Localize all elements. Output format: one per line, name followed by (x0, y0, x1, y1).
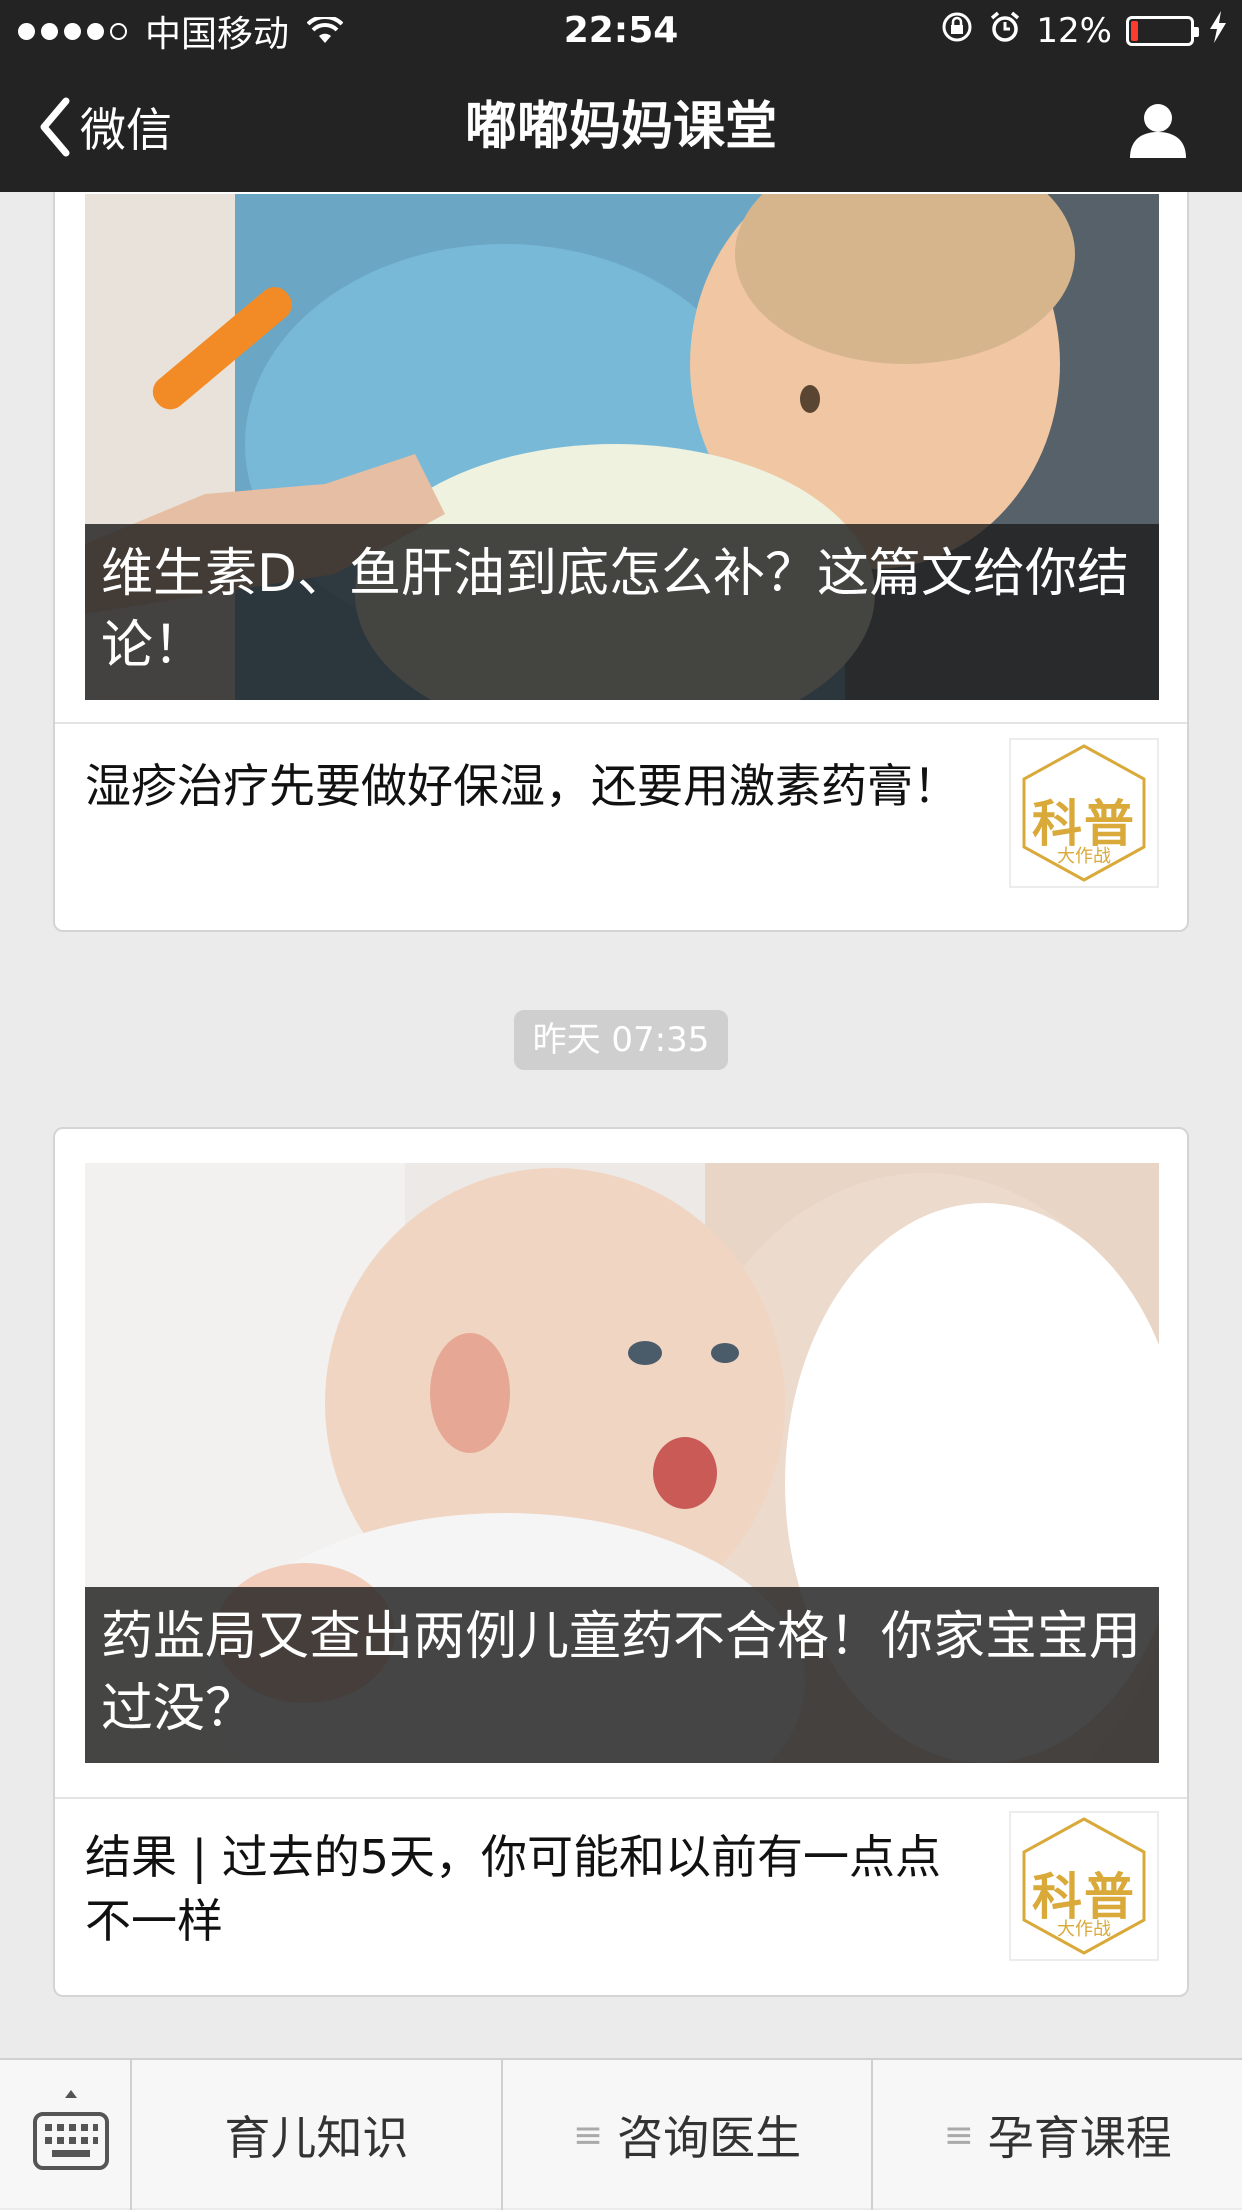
person-icon[interactable] (1128, 100, 1188, 160)
status-right: 12% (926, 0, 1228, 62)
article-cover-title: 维生素D、鱼肝油到底怎么补？这篇文给你结论！ (85, 524, 1159, 700)
thumbnail-sublabel: 大作战 (1057, 846, 1111, 867)
keyboard-icon (33, 2090, 109, 2170)
kepu-thumbnail: 科普 大作战 (1009, 738, 1159, 888)
article-card[interactable]: 药监局又查出两例儿童药不合格！你家宝宝用过没？ 结果 | 过去的5天，你可能和以… (53, 1127, 1189, 1997)
menu-item-pregnancy-course[interactable]: ≡ 孕育课程 (873, 2060, 1242, 2210)
submenu-lines-icon: ≡ (572, 2114, 604, 2156)
message-feed[interactable]: 维生素D、鱼肝油到底怎么补？这篇文给你结论！ 湿疹治疗先要做好保湿，还要用激素药… (0, 192, 1242, 2058)
kepu-thumbnail: 科普 大作战 (1009, 1811, 1159, 1961)
thumbnail-sublabel: 大作战 (1057, 1919, 1111, 1940)
sub-article-row[interactable]: 结果 | 过去的5天，你可能和以前有一点点不一样 科普 大作战 (55, 1797, 1187, 1995)
menu-item-label: 咨询医生 (617, 2111, 802, 2165)
menu-item-consult-doctor[interactable]: ≡ 咨询医生 (503, 2060, 874, 2210)
sub-article-title: 结果 | 过去的5天，你可能和以前有一点点不一样 (85, 1830, 942, 1948)
orientation-lock-icon (940, 10, 974, 53)
article-cover-title: 药监局又查出两例儿童药不合格！你家宝宝用过没？ (85, 1587, 1159, 1763)
menu-item-label: 孕育课程 (987, 2111, 1172, 2165)
message-timestamp: 昨天 07:35 (514, 1010, 728, 1070)
charging-bolt-icon (1208, 10, 1228, 53)
bottom-menu-bar: 育儿知识 ≡ 咨询医生 ≡ 孕育课程 (0, 2058, 1242, 2210)
battery-icon (1126, 16, 1199, 46)
submenu-lines-icon: ≡ (943, 2114, 974, 2156)
sub-article-row[interactable]: 湿疹治疗先要做好保湿，还要用激素药膏！ 科普 大作战 (55, 722, 1187, 930)
article-cover-image[interactable]: 维生素D、鱼肝油到底怎么补？这篇文给你结论！ (85, 194, 1159, 700)
menu-item-parenting-knowledge[interactable]: 育儿知识 (132, 2060, 503, 2210)
alarm-icon (988, 10, 1022, 53)
battery-level-fill (1131, 21, 1138, 41)
sub-article-title: 湿疹治疗先要做好保湿，还要用激素药膏！ (85, 759, 959, 813)
menu-item-label: 育儿知识 (224, 2111, 409, 2165)
article-cover-image[interactable]: 药监局又查出两例儿童药不合格！你家宝宝用过没？ (85, 1163, 1159, 1763)
battery-percent: 12% (1036, 11, 1112, 51)
navigation-bar: 微信 嘟嘟妈妈课堂 (0, 62, 1242, 192)
article-card[interactable]: 维生素D、鱼肝油到底怎么补？这篇文给你结论！ 湿疹治疗先要做好保湿，还要用激素药… (53, 192, 1189, 932)
page-title: 嘟嘟妈妈课堂 (464, 97, 777, 157)
status-bar: 中国移动 22:54 12% (0, 0, 1242, 62)
keyboard-toggle-button[interactable] (0, 2060, 132, 2210)
